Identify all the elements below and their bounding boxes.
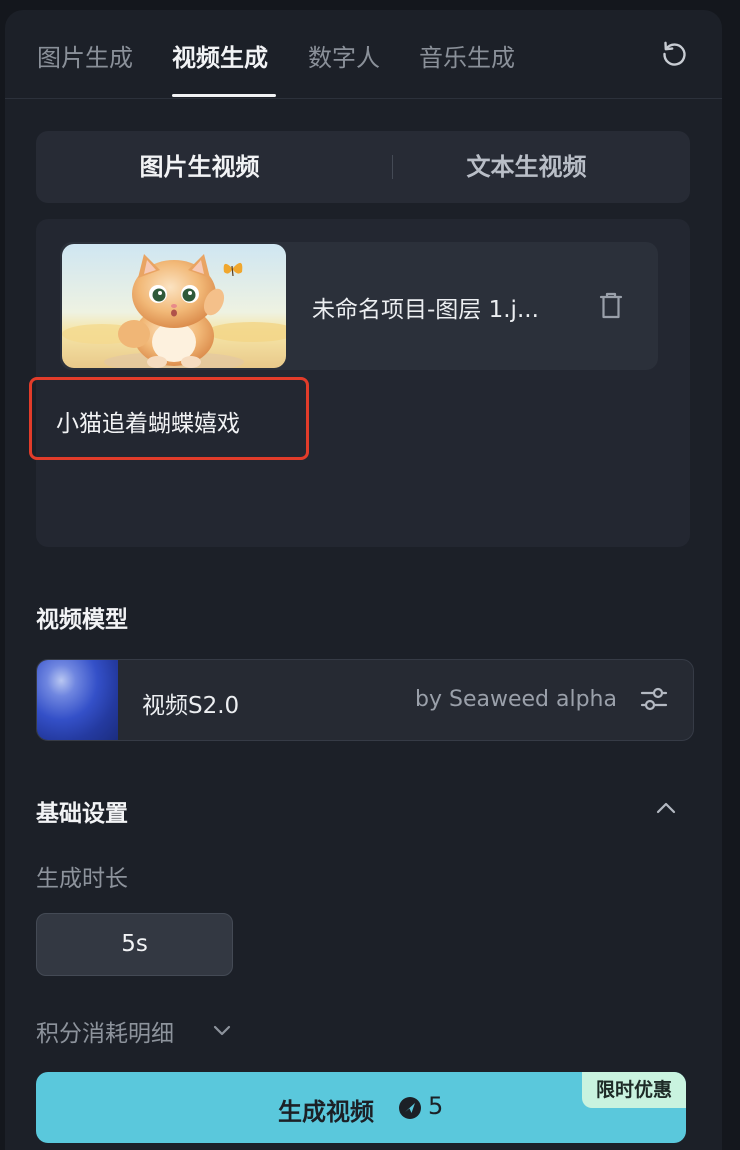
duration-label: 生成时长 — [36, 866, 128, 892]
tab-image-generation[interactable]: 图片生成 — [37, 38, 133, 73]
tab-video-generation[interactable]: 视频生成 — [172, 38, 268, 73]
upload-area[interactable]: 未命名项目-图层 1.j... 小猫追着蝴蝶嬉戏 — [29, 219, 690, 547]
basic-settings-title: 基础设置 — [36, 801, 128, 827]
prompt-highlight: 小猫追着蝴蝶嬉戏 — [29, 377, 309, 460]
model-thumbnail — [37, 660, 118, 740]
credit-details-label: 积分消耗明细 — [36, 1021, 174, 1047]
model-name: 视频S2.0 — [142, 693, 240, 719]
model-section-title: 视频模型 — [36, 607, 128, 633]
mode-segmented-control: 图片生视频 文本生视频 — [36, 131, 690, 203]
sliders-icon[interactable] — [639, 684, 669, 714]
segment-image-to-video[interactable]: 图片生视频 — [36, 131, 363, 203]
generate-cost: 5 — [428, 1092, 444, 1120]
cat-image — [62, 244, 286, 368]
top-tabs: 图片生成 视频生成 数字人 音乐生成 — [5, 10, 722, 99]
promo-badge: 限时优惠 — [582, 1072, 686, 1108]
uploaded-image-thumbnail[interactable] — [62, 244, 286, 368]
chevron-down-icon — [213, 1025, 231, 1036]
tab-digital-human[interactable]: 数字人 — [308, 38, 380, 73]
file-name: 未命名项目-图层 1.j... — [312, 297, 539, 323]
side-panel: 图片生成 视频生成 数字人 音乐生成 图片生视频 文本生视频 未命名项目-图层 … — [5, 10, 722, 1150]
tab-music-generation[interactable]: 音乐生成 — [419, 38, 515, 73]
chevron-up-icon[interactable] — [654, 798, 678, 818]
prompt-text[interactable]: 小猫追着蝴蝶嬉戏 — [56, 404, 240, 438]
generate-button-label: 生成视频 — [278, 1098, 374, 1126]
model-provider: by Seaweed alpha — [415, 687, 617, 712]
generate-video-button[interactable]: 生成视频 5 限时优惠 — [36, 1072, 686, 1143]
active-tab-indicator — [172, 94, 276, 97]
trash-icon[interactable] — [597, 291, 625, 321]
refresh-icon[interactable] — [660, 39, 688, 67]
duration-option-5s[interactable]: 5s — [36, 913, 233, 976]
model-selector[interactable]: 视频S2.0 by Seaweed alpha — [36, 659, 694, 741]
uploaded-file-card: 未命名项目-图层 1.j... — [60, 242, 658, 370]
segment-text-to-video[interactable]: 文本生视频 — [363, 131, 690, 203]
coin-icon — [399, 1097, 421, 1119]
